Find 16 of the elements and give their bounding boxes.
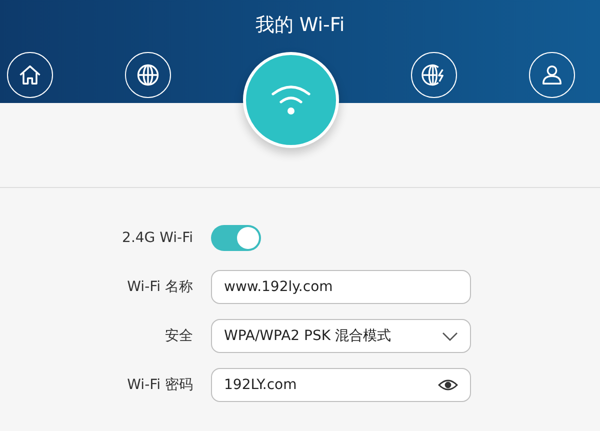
field-label: Wi-Fi 名称 [127, 278, 193, 296]
home-nav-button[interactable] [7, 52, 53, 98]
eye-icon[interactable] [438, 378, 458, 392]
user-nav-button[interactable] [529, 52, 575, 98]
name-field[interactable]: www.192ly.com [211, 270, 471, 304]
toggle-switch[interactable] [211, 225, 261, 251]
globe-nav-button[interactable] [125, 52, 171, 98]
chevron-down-icon [442, 332, 458, 340]
password-field[interactable]: 192LY.com [211, 368, 471, 402]
security-dropdown[interactable]: WPA/WPA2 PSK 混合模式 [211, 319, 471, 353]
field-label: 安全 [165, 327, 193, 345]
globe-icon [135, 62, 161, 88]
page-title: 我的 Wi-Fi [255, 13, 345, 37]
field-label: 2.4G Wi-Fi [122, 230, 193, 246]
field-label: Wi-Fi 密码 [127, 376, 193, 394]
globe-bolt-nav-button[interactable] [411, 52, 457, 98]
